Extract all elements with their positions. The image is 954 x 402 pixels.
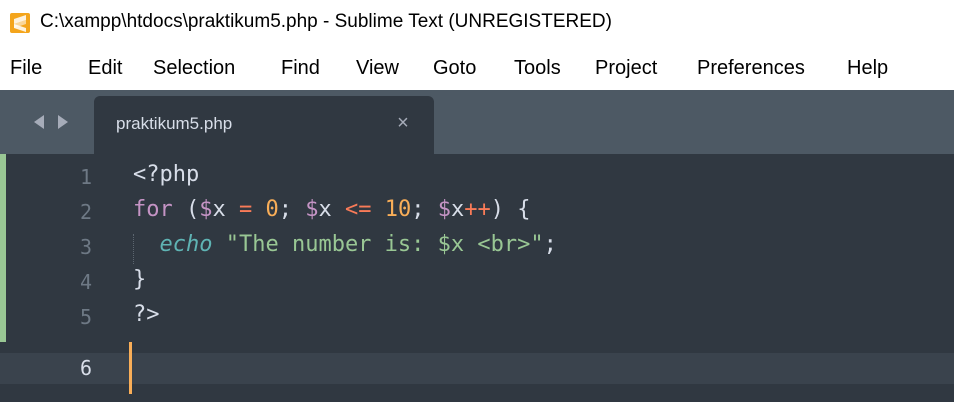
line-number: 2 [79,200,92,224]
current-line-highlight [0,353,954,384]
code-token: $ [437,197,451,222]
menu-find[interactable]: Find [281,57,320,80]
tab-praktikum5[interactable]: praktikum5.php × [94,96,434,154]
code-token: 10 [384,197,412,222]
menu-goto[interactable]: Goto [433,57,476,80]
line-number-current: 6 [79,356,92,380]
code-token: ?> [133,302,160,327]
menu-tools[interactable]: Tools [514,57,561,80]
code-token: x [318,197,332,222]
line-number: 4 [79,270,92,294]
code-token: echo [159,232,213,257]
code-token: ) { [490,197,531,222]
code-token: x [212,197,226,222]
tab-navigation [30,112,76,132]
code-line: for ($x = 0; $x <= 10; $x++) { [133,197,530,222]
tab-label: praktikum5.php [116,114,233,133]
code-token: ; [278,197,306,222]
code-token: <= [331,197,385,222]
menu-project[interactable]: Project [595,57,657,80]
arrow-right-icon[interactable] [54,112,72,132]
code-token: "The number is: $x <br>" [225,232,544,257]
code-token: = [225,197,266,222]
code-line: echo "The number is: $x <br>"; [133,232,557,257]
code-token: for [133,197,173,222]
code-line: ?> [133,302,160,327]
menu-bar: File Edit Selection Find View Goto Tools… [0,46,954,90]
line-number: 5 [79,305,92,329]
code-token: ; [543,232,557,257]
code-token: $ [199,197,213,222]
code-editor[interactable]: 1 2 3 4 5 6 <?php for ($x = 0; $x <= 10;… [0,154,954,402]
window-title: C:\xampp\htdocs\praktikum5.php - Sublime… [40,11,612,32]
sublime-text-logo-icon [10,13,30,33]
code-token: <?php [133,162,200,187]
code-token: ++ [464,197,491,222]
code-token: } [133,267,147,292]
menu-preferences[interactable]: Preferences [697,57,805,80]
code-line: <?php [133,162,199,187]
code-token: 0 [265,197,279,222]
code-token: x [450,197,465,222]
menu-file[interactable]: File [10,57,42,80]
code-token: ; [411,197,438,222]
arrow-left-icon[interactable] [30,112,48,132]
code-token: $ [305,197,319,222]
line-number: 3 [79,235,92,259]
menu-edit[interactable]: Edit [88,57,122,80]
line-number: 1 [79,165,92,189]
modified-lines-marker [0,154,6,342]
title-bar: C:\xampp\htdocs\praktikum5.php - Sublime… [0,0,954,46]
menu-help[interactable]: Help [847,57,888,80]
text-cursor [129,342,132,394]
close-icon[interactable]: × [394,112,412,135]
menu-selection[interactable]: Selection [153,57,235,80]
code-line: } [133,267,146,292]
tab-bar: praktikum5.php × [0,90,954,154]
code-token: ( [172,197,200,222]
menu-view[interactable]: View [356,57,399,80]
